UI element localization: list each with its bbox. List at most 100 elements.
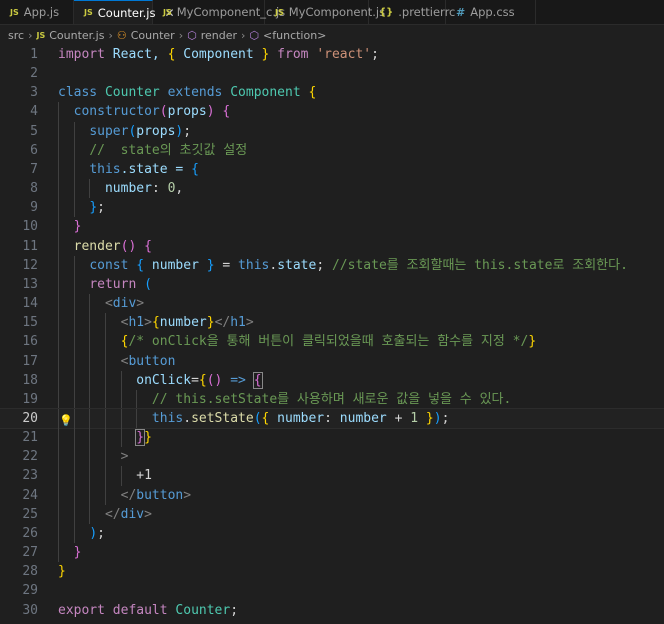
code-line: 23 +1 (0, 466, 664, 486)
tab-app-js[interactable]: JS App.js (0, 0, 74, 24)
code-text: } (58, 543, 82, 562)
code-token: +1 (136, 468, 152, 484)
code-token: h1 (230, 315, 246, 331)
line-number: 20 (22, 410, 38, 426)
code-token: > (120, 449, 129, 465)
code-token: { (136, 257, 145, 273)
code-token: export (58, 602, 113, 618)
code-line: 2 (0, 64, 664, 83)
line-number: 5 (30, 123, 38, 139)
code-line: 25 </div> (0, 504, 664, 524)
code-token: } (73, 219, 82, 235)
line-number: 21 (22, 430, 38, 446)
code-token: } (425, 410, 434, 426)
code-token: } (144, 430, 152, 446)
code-token: ( (159, 104, 168, 120)
code-line: 20 💡 this.setState({ number: number + 1 }… (0, 407, 664, 430)
breadcrumb-function[interactable]: <function> (263, 29, 326, 42)
code-token: props (167, 104, 207, 120)
code-token: () (120, 238, 137, 254)
chevron-right-icon: › (108, 28, 113, 42)
code-text: {/* onClick을 통해 버튼이 클릭되었을때 호출되는 함수를 지정 *… (58, 332, 537, 351)
code-token: { (252, 371, 263, 389)
code-token: () (206, 372, 223, 388)
code-text: onClick={() => { (58, 371, 263, 390)
code-line: 14 <div> (0, 294, 664, 314)
code-text: } (58, 562, 66, 581)
code-line: 6 // state의 초깃값 설정 (0, 140, 664, 160)
line-number: 13 (22, 276, 38, 292)
code-text: // this.setState를 사용하며 새로운 값을 넣을 수 있다. (58, 390, 511, 409)
code-line: 18 onClick={() => { (0, 370, 664, 390)
tab-counter-js[interactable]: JS Counter.js ✕ (74, 0, 175, 24)
line-number: 30 (22, 602, 38, 618)
tab-mycomponent-js[interactable]: JS MyComponent.js (265, 0, 385, 24)
code-token: ; (97, 200, 105, 216)
line-number: 28 (22, 564, 38, 580)
code-token: </ (120, 487, 137, 503)
code-token: div (120, 506, 145, 522)
code-token: => (222, 372, 254, 388)
code-token: number (104, 181, 152, 197)
line-number: 15 (22, 315, 38, 331)
code-token: . (269, 257, 278, 273)
js-file-icon: JS (275, 7, 284, 17)
code-token: } (528, 334, 537, 350)
code-token: Component (230, 85, 309, 101)
tab-mycomponent-c-js[interactable]: JS MyComponent_c.js (153, 0, 285, 24)
code-token: { (198, 372, 207, 388)
code-text: render() { (58, 237, 152, 256)
code-token: //state를 조회할때는 this.state로 조회한다. (331, 257, 628, 273)
breadcrumb-method[interactable]: render (201, 29, 237, 42)
code-text: import React, { Component } from 'react'… (58, 45, 379, 64)
code-text: this.setState({ number: number + 1 }); (58, 409, 449, 428)
line-number: 16 (22, 334, 38, 350)
code-token: this (89, 161, 121, 177)
code-token: ) (206, 104, 215, 120)
code-token: ( (144, 276, 152, 292)
code-token: } (73, 545, 82, 561)
code-line: 5 super(props); (0, 121, 664, 141)
line-number: 19 (22, 391, 38, 407)
code-token: : (151, 181, 168, 197)
class-icon: ⚇ (116, 28, 127, 42)
code-line: 21 }} (0, 428, 664, 448)
code-token: Component (175, 47, 262, 62)
chevron-right-icon: › (178, 28, 184, 42)
code-token: button (128, 353, 176, 369)
code-editor[interactable]: 1 import React, { Component } from 'react… (0, 45, 664, 620)
code-token: 1 (410, 410, 419, 426)
code-token: number (269, 410, 325, 426)
breadcrumb-src[interactable]: src (8, 29, 24, 42)
code-token: number (339, 410, 387, 426)
code-token: ; (371, 47, 379, 62)
breadcrumb-file[interactable]: Counter.js (49, 29, 104, 42)
method-icon: ⬡ (187, 28, 197, 42)
code-line: 12 const { number } = this.state; //stat… (0, 255, 664, 275)
tab-app-css[interactable]: # App.css (446, 0, 536, 24)
code-token: , (175, 181, 184, 197)
line-number: 29 (22, 583, 38, 599)
breadcrumb-class[interactable]: Counter (131, 29, 175, 42)
code-token: state (277, 257, 317, 273)
code-line: 7 this.state = { (0, 159, 664, 180)
code-line: 13 return ( (0, 274, 664, 295)
line-number: 6 (30, 142, 38, 158)
tab--prettierrc[interactable]: {} .prettierrc (369, 0, 455, 24)
code-token: ) (89, 525, 98, 541)
code-line: 1 import React, { Component } from 'react… (0, 45, 664, 64)
code-token: ; (316, 257, 332, 273)
code-token: = (191, 372, 199, 388)
line-number: 12 (22, 257, 38, 273)
